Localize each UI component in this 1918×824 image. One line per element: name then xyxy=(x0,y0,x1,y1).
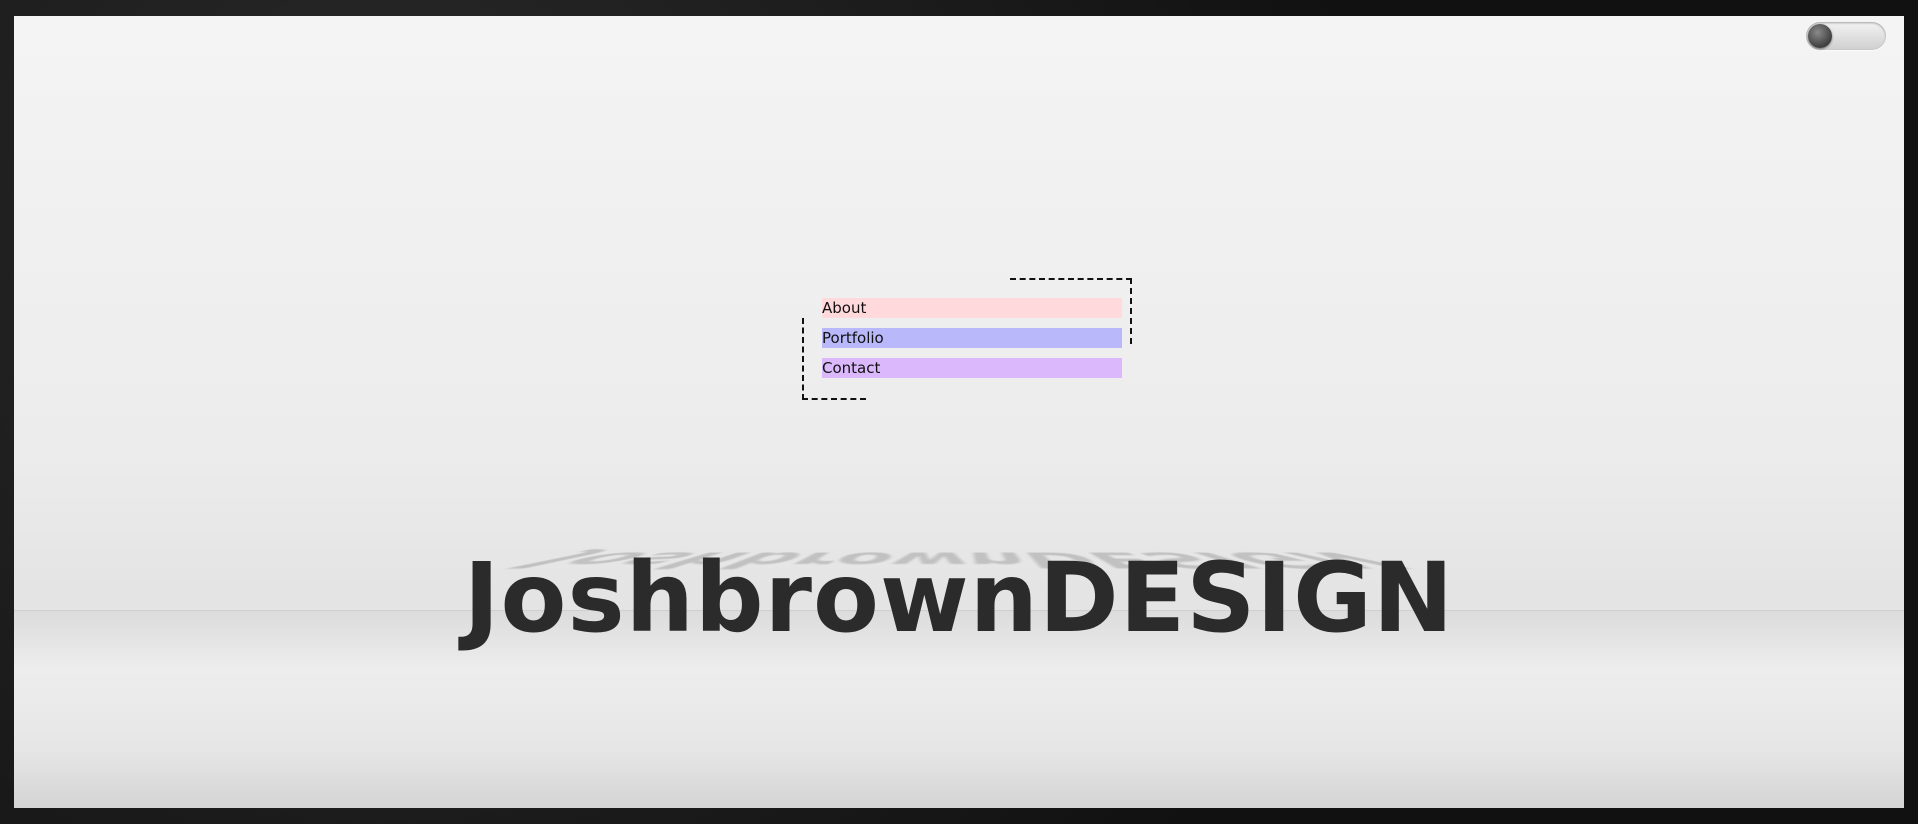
nav-item-about[interactable]: About xyxy=(822,298,1122,318)
site-logo[interactable]: JoshbrownDESIGN xyxy=(14,542,1904,654)
stage: About Portfolio Contact JoshbrownDESIGN … xyxy=(14,16,1904,808)
nav-box: About Portfolio Contact xyxy=(790,278,1158,406)
toggle-knob xyxy=(1808,24,1832,48)
theme-toggle[interactable] xyxy=(1806,22,1886,50)
nav-item-contact[interactable]: Contact xyxy=(822,358,1122,378)
page-frame: About Portfolio Contact JoshbrownDESIGN … xyxy=(0,0,1918,824)
main-nav: About Portfolio Contact xyxy=(822,298,1122,388)
nav-item-portfolio[interactable]: Portfolio xyxy=(822,328,1122,348)
